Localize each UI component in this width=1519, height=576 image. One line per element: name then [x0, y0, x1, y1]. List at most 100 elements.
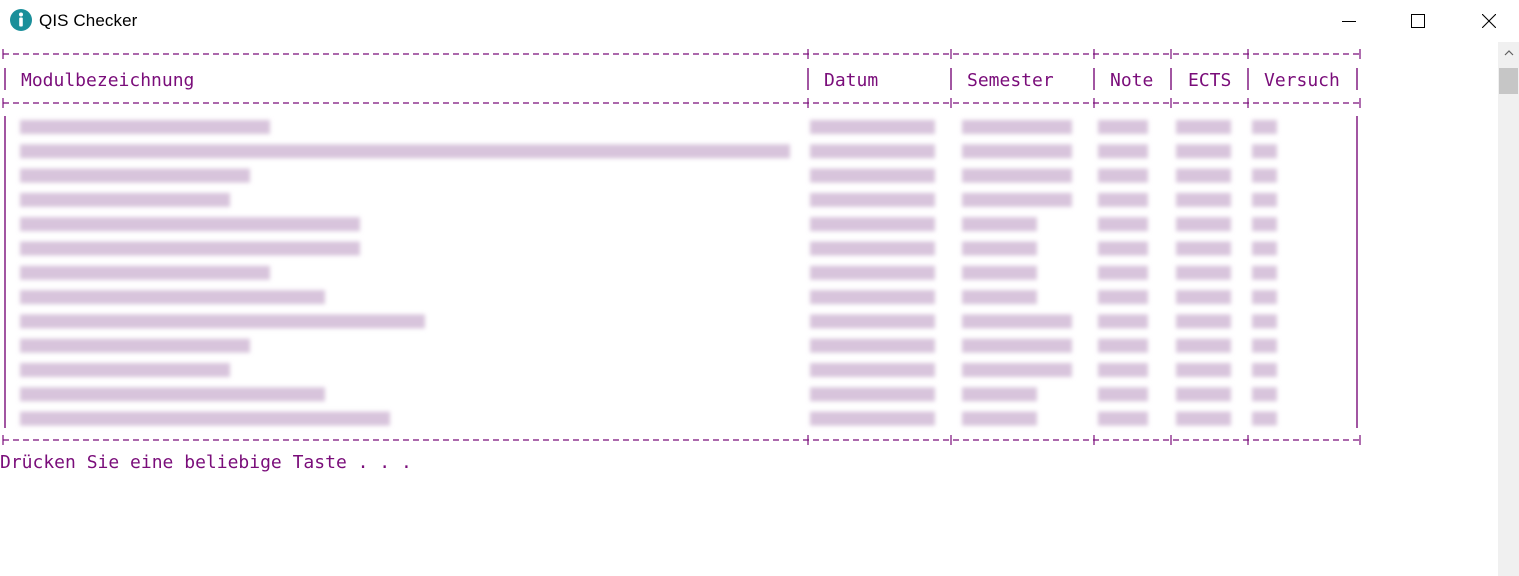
redacted-cell	[962, 411, 1037, 426]
redacted-cell	[810, 217, 935, 232]
redacted-cell	[20, 241, 360, 256]
minimize-button[interactable]	[1319, 0, 1379, 42]
maximize-icon	[1411, 14, 1425, 28]
redacted-cell	[810, 338, 935, 353]
redacted-cell	[20, 265, 270, 280]
redacted-cell	[1252, 265, 1277, 280]
redacted-cell	[1252, 338, 1277, 353]
redacted-cell	[1252, 168, 1277, 183]
close-button[interactable]	[1459, 0, 1519, 42]
redacted-row	[20, 120, 1277, 134]
redacted-row	[20, 363, 1277, 377]
window-title: QIS Checker	[39, 11, 138, 30]
redacted-rows	[20, 120, 1277, 426]
redacted-cell	[1252, 241, 1277, 256]
maximize-button[interactable]	[1388, 0, 1448, 42]
header-note: Note	[1110, 70, 1153, 91]
redacted-cell	[1176, 290, 1231, 305]
redacted-cell	[1252, 290, 1277, 305]
redacted-cell	[810, 144, 935, 159]
redacted-cell	[20, 144, 790, 159]
redacted-cell	[1098, 411, 1148, 426]
redacted-cell	[1098, 363, 1148, 377]
title-bar[interactable]: QIS Checker	[0, 0, 1519, 42]
redacted-cell	[20, 363, 230, 377]
redacted-cell	[1098, 290, 1148, 305]
redacted-cell	[1098, 144, 1148, 159]
redacted-cell	[810, 120, 935, 134]
redacted-cell	[20, 120, 270, 134]
redacted-cell	[1098, 217, 1148, 232]
redacted-cell	[20, 290, 325, 305]
redacted-cell	[962, 241, 1037, 256]
close-icon	[1482, 14, 1496, 28]
redacted-cell	[962, 387, 1037, 402]
redacted-cell	[810, 168, 935, 183]
redacted-row	[20, 411, 1277, 426]
redacted-row	[20, 265, 1277, 280]
scroll-thumb[interactable]	[1499, 68, 1518, 94]
redacted-cell	[1176, 314, 1231, 329]
redacted-cell	[962, 144, 1072, 159]
redacted-cell	[962, 314, 1072, 329]
console-window: QIS Checker Modulbezeichnung Datum Semes…	[0, 0, 1519, 576]
redacted-row	[20, 387, 1277, 402]
redacted-cell	[962, 217, 1037, 232]
redacted-cell	[20, 192, 230, 207]
redacted-cell	[1252, 314, 1277, 329]
redacted-cell	[1098, 120, 1148, 134]
redacted-cell	[962, 338, 1072, 353]
header-semester: Semester	[967, 70, 1054, 91]
redacted-cell	[20, 387, 325, 402]
redacted-cell	[1252, 144, 1277, 159]
redacted-cell	[1252, 363, 1277, 377]
redacted-cell	[20, 411, 390, 426]
vertical-scrollbar[interactable]	[1498, 42, 1519, 576]
minimize-icon	[1342, 21, 1356, 22]
redacted-cell	[1176, 192, 1231, 207]
redacted-cell	[810, 387, 935, 402]
redacted-cell	[1176, 144, 1231, 159]
redacted-cell	[1252, 411, 1277, 426]
redacted-row	[20, 314, 1277, 329]
redacted-cell	[1176, 338, 1231, 353]
redacted-row	[20, 168, 1277, 183]
redacted-cell	[20, 338, 250, 353]
console-output: Modulbezeichnung Datum Semester Note ECT…	[0, 42, 1498, 576]
redacted-row	[20, 241, 1277, 256]
redacted-row	[20, 217, 1277, 232]
redacted-cell	[810, 314, 935, 329]
redacted-cell	[1098, 192, 1148, 207]
header-datum: Datum	[824, 70, 878, 91]
redacted-row	[20, 192, 1277, 207]
redacted-row	[20, 144, 1277, 159]
redacted-cell	[1252, 387, 1277, 402]
info-icon	[10, 9, 32, 31]
redacted-cell	[1098, 338, 1148, 353]
header-versuch: Versuch	[1264, 70, 1340, 91]
press-any-key-prompt: Drücken Sie eine beliebige Taste . . .	[0, 452, 412, 473]
redacted-cell	[1176, 387, 1231, 402]
redacted-cell	[1098, 241, 1148, 256]
redacted-cell	[1252, 192, 1277, 207]
redacted-cell	[1098, 265, 1148, 280]
grades-table: Modulbezeichnung Datum Semester Note ECT…	[2, 49, 1361, 445]
redacted-cell	[962, 168, 1072, 183]
redacted-cell	[1098, 168, 1148, 183]
redacted-cell	[1098, 314, 1148, 329]
redacted-cell	[962, 265, 1037, 280]
redacted-cell	[1098, 387, 1148, 402]
redacted-cell	[962, 120, 1072, 134]
redacted-row	[20, 290, 1277, 305]
redacted-cell	[1176, 411, 1231, 426]
redacted-cell	[962, 192, 1072, 207]
redacted-cell	[1176, 363, 1231, 377]
redacted-cell	[20, 217, 360, 232]
redacted-cell	[810, 411, 935, 426]
scroll-up-button[interactable]	[1498, 42, 1519, 64]
redacted-cell	[1176, 265, 1231, 280]
redacted-row	[20, 338, 1277, 353]
redacted-cell	[810, 265, 935, 280]
redacted-cell	[1176, 217, 1231, 232]
redacted-cell	[1176, 168, 1231, 183]
